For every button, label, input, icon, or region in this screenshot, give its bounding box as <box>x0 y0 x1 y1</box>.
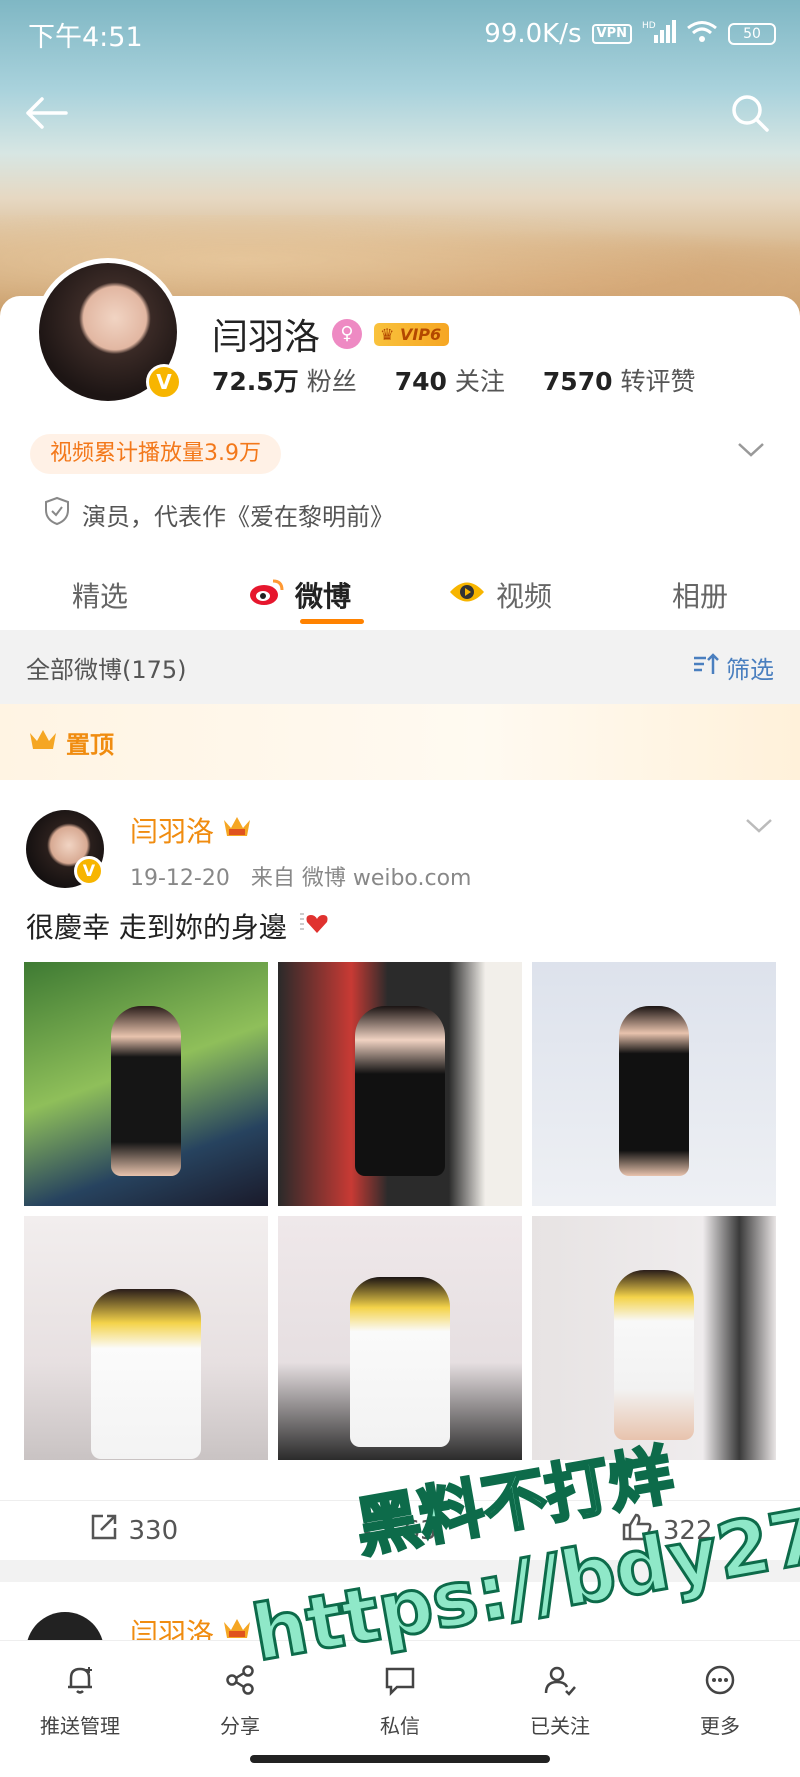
post-count: 全部微博(175) <box>26 655 187 684</box>
verified-badge-icon: V <box>146 364 182 400</box>
video-eye-icon <box>448 577 486 614</box>
photo-thumbnail[interactable] <box>278 962 522 1206</box>
tab-album[interactable]: 相册 <box>600 560 800 630</box>
post-author[interactable]: 闫羽洛 <box>130 810 214 850</box>
wifi-icon <box>686 19 718 50</box>
tab-weibo[interactable]: 微博 <box>200 560 400 630</box>
post-source: 来自 微博 weibo.com <box>250 866 472 891</box>
profile-intro: 演员，代表作《爱在黎明前》 <box>44 496 394 532</box>
home-indicator[interactable] <box>250 1755 550 1763</box>
profile-name: 闫羽洛 <box>212 317 321 358</box>
chevron-down-icon[interactable] <box>744 816 774 840</box>
vpn-badge: VPN <box>591 24 632 44</box>
search-icon[interactable] <box>730 93 770 137</box>
photo-figure <box>111 1005 181 1176</box>
bottom-toolbar: 推送管理 分享 私信 已关注 更多 <box>0 1640 800 1777</box>
profile-stats: 72.5万 粉丝 740 关注 7570 转评赞 <box>212 362 696 398</box>
profile-avatar[interactable]: V <box>34 258 182 406</box>
more-icon <box>703 1663 737 1702</box>
stat-followers[interactable]: 72.5万 粉丝 <box>212 362 357 398</box>
vip-label: VIP6 <box>399 324 442 344</box>
post-text: 很慶幸 走到妳的身邊 <box>26 911 287 944</box>
shield-icon <box>44 496 70 532</box>
repost-icon <box>89 1512 119 1549</box>
pinned-banner: 置顶 <box>0 704 800 780</box>
post-author-row: 闫羽洛 <box>130 810 252 850</box>
post-avatar[interactable]: V <box>26 810 104 888</box>
female-gender-icon: ♀ <box>332 319 363 349</box>
heart-emoji-icon <box>297 909 331 944</box>
sort-icon <box>692 652 720 682</box>
crown-icon <box>28 727 58 757</box>
more-button[interactable]: 更多 <box>640 1641 800 1777</box>
back-arrow-icon[interactable] <box>24 96 68 134</box>
post-text-row: 很慶幸 走到妳的身邊 <box>26 906 331 946</box>
vip-badge[interactable]: ♛ VIP6 <box>374 322 450 346</box>
weibo-profile-page: 下午4:51 99.0K/s VPN HD 50 V 闫羽洛 ♀ ♛ VIP6 … <box>0 0 800 1777</box>
photo-figure <box>350 1277 450 1447</box>
signal-icon: HD <box>642 19 676 50</box>
crown-icon: ♛ <box>380 324 395 344</box>
active-tab-underline <box>300 619 364 624</box>
filter-bar: 全部微博(175) 筛选 <box>0 630 800 704</box>
filter-button[interactable]: 筛选 <box>692 650 774 685</box>
photo-thumbnail[interactable] <box>532 962 776 1206</box>
user-check-icon <box>543 1663 577 1702</box>
tab-video[interactable]: 视频 <box>400 560 600 630</box>
photo-thumbnail[interactable] <box>24 1216 268 1460</box>
photo-figure <box>619 1005 689 1176</box>
post-meta: 19-12-20 来自 微博 weibo.com <box>130 860 472 892</box>
share-icon <box>223 1663 257 1702</box>
repost-button[interactable]: 330 <box>0 1501 267 1560</box>
profile-tabs: 精选 微博 视频 相册 <box>0 560 800 630</box>
push-settings-button[interactable]: 推送管理 <box>0 1641 160 1777</box>
post-date: 19-12-20 <box>130 866 230 891</box>
photo-thumbnail[interactable] <box>24 962 268 1206</box>
weibo-logo-icon <box>249 577 285 614</box>
network-speed: 99.0K/s <box>484 19 582 49</box>
chevron-down-icon[interactable] <box>736 440 766 464</box>
top-nav <box>24 90 770 140</box>
stat-interactions[interactable]: 7570 转评赞 <box>543 362 696 398</box>
bell-icon <box>63 1663 97 1702</box>
photo-figure <box>91 1289 201 1460</box>
status-bar: 下午4:51 99.0K/s VPN HD 50 <box>28 14 776 54</box>
battery-icon: 50 <box>728 23 776 45</box>
pinned-label: 置顶 <box>66 730 114 759</box>
status-right: 99.0K/s VPN HD 50 <box>484 19 776 50</box>
photo-thumbnail[interactable] <box>278 1216 522 1460</box>
vip-crown-icon <box>222 814 252 847</box>
svg-text:HD: HD <box>642 21 656 31</box>
intro-text: 演员，代表作《爱在黎明前》 <box>82 502 394 531</box>
photo-figure <box>614 1269 694 1440</box>
tab-featured[interactable]: 精选 <box>0 560 200 630</box>
profile-name-row: 闫羽洛 ♀ ♛ VIP6 <box>212 308 450 360</box>
photo-grid <box>24 962 776 1460</box>
status-time: 下午4:51 <box>28 21 143 53</box>
stat-following[interactable]: 740 关注 <box>395 362 505 398</box>
video-views-pill[interactable]: 视频累计播放量3.9万 <box>30 434 281 474</box>
verified-badge-icon: V <box>74 856 104 886</box>
photo-figure <box>355 1005 445 1176</box>
message-icon <box>383 1663 417 1702</box>
